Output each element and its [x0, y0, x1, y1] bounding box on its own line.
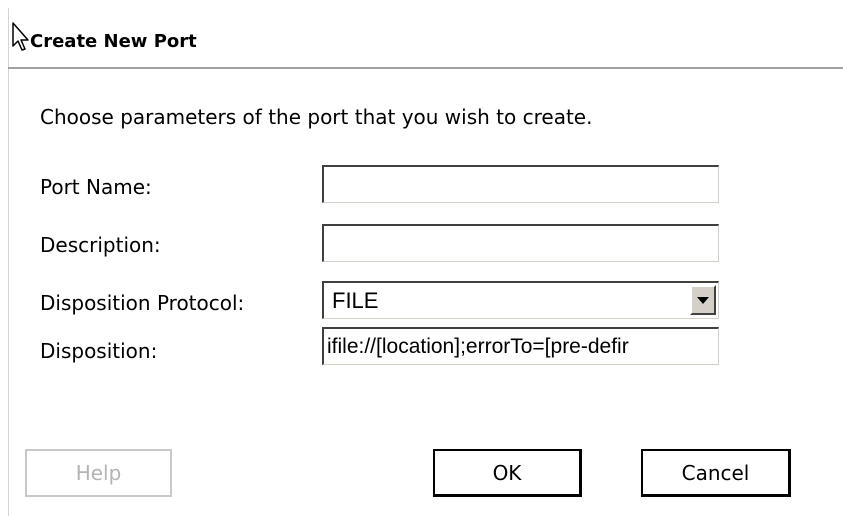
description-label: Description: [40, 233, 161, 257]
instructions-text: Choose parameters of the port that you w… [40, 105, 593, 129]
mouse-pointer-icon [12, 22, 29, 51]
description-input[interactable] [322, 224, 719, 262]
help-button[interactable]: Help [25, 449, 172, 497]
disposition-protocol-select[interactable]: FILE [322, 281, 719, 319]
ok-button[interactable]: OK [433, 449, 582, 497]
cancel-button[interactable]: Cancel [641, 449, 791, 497]
disposition-input[interactable] [322, 327, 719, 365]
disposition-protocol-value: FILE [332, 288, 379, 313]
chevron-down-icon[interactable] [690, 285, 716, 315]
title-divider [8, 67, 843, 69]
disposition-protocol-label: Disposition Protocol: [40, 291, 245, 315]
port-name-input[interactable] [322, 165, 719, 203]
port-name-label: Port Name: [40, 175, 152, 199]
dialog-left-border [8, 8, 9, 516]
dialog-title: Create New Port [30, 31, 197, 52]
disposition-label: Disposition: [40, 339, 158, 363]
